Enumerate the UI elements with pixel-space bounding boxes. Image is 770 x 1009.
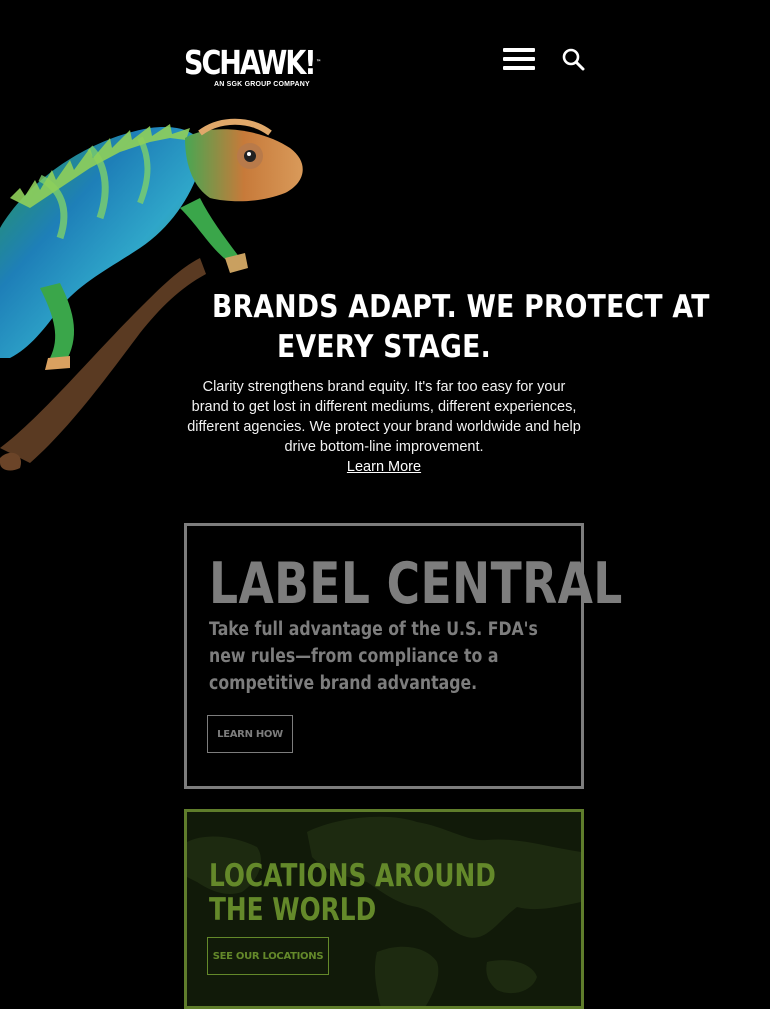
logo-wordmark: SCHAWK! ™ [184,43,321,82]
label-central-card[interactable]: LABEL CENTRAL Take full advantage of the… [184,523,623,789]
locations-title: LOCATIONS AROUND THE WORLD [209,858,496,928]
hero-title-line-1: BRANDS ADAPT. WE PROTECT AT [212,289,710,325]
logo-trademark: ™ [316,59,321,66]
hero-title: BRANDS ADAPT. WE PROTECT AT EVERY STAGE. [212,287,710,367]
hero-body: Clarity strengthens brand equity. It's f… [187,379,581,455]
logo-text: SCHAWK! [184,43,317,82]
hero-title-line-2: EVERY STAGE. [276,329,491,365]
label-central-title: LABEL CENTRAL [209,551,623,617]
label-central-description: Take full advantage of the U.S. FDA's ne… [209,619,538,694]
logo[interactable]: SCHAWK! ™ AN SGK GROUP COMPANY [184,46,349,89]
see-our-locations-button[interactable]: SEE OUR LOCATIONS [207,937,329,975]
locations-card[interactable]: LOCATIONS AROUND THE WORLD SEE OUR LOCAT… [184,809,584,1009]
search-icon[interactable] [561,47,585,71]
learn-more-link[interactable]: Learn More [347,457,421,477]
hamburger-menu-icon[interactable] [503,48,535,70]
hero-section: BRANDS ADAPT. WE PROTECT AT EVERY STAGE.… [184,287,710,477]
learn-how-button[interactable]: LEARN HOW [207,715,293,753]
